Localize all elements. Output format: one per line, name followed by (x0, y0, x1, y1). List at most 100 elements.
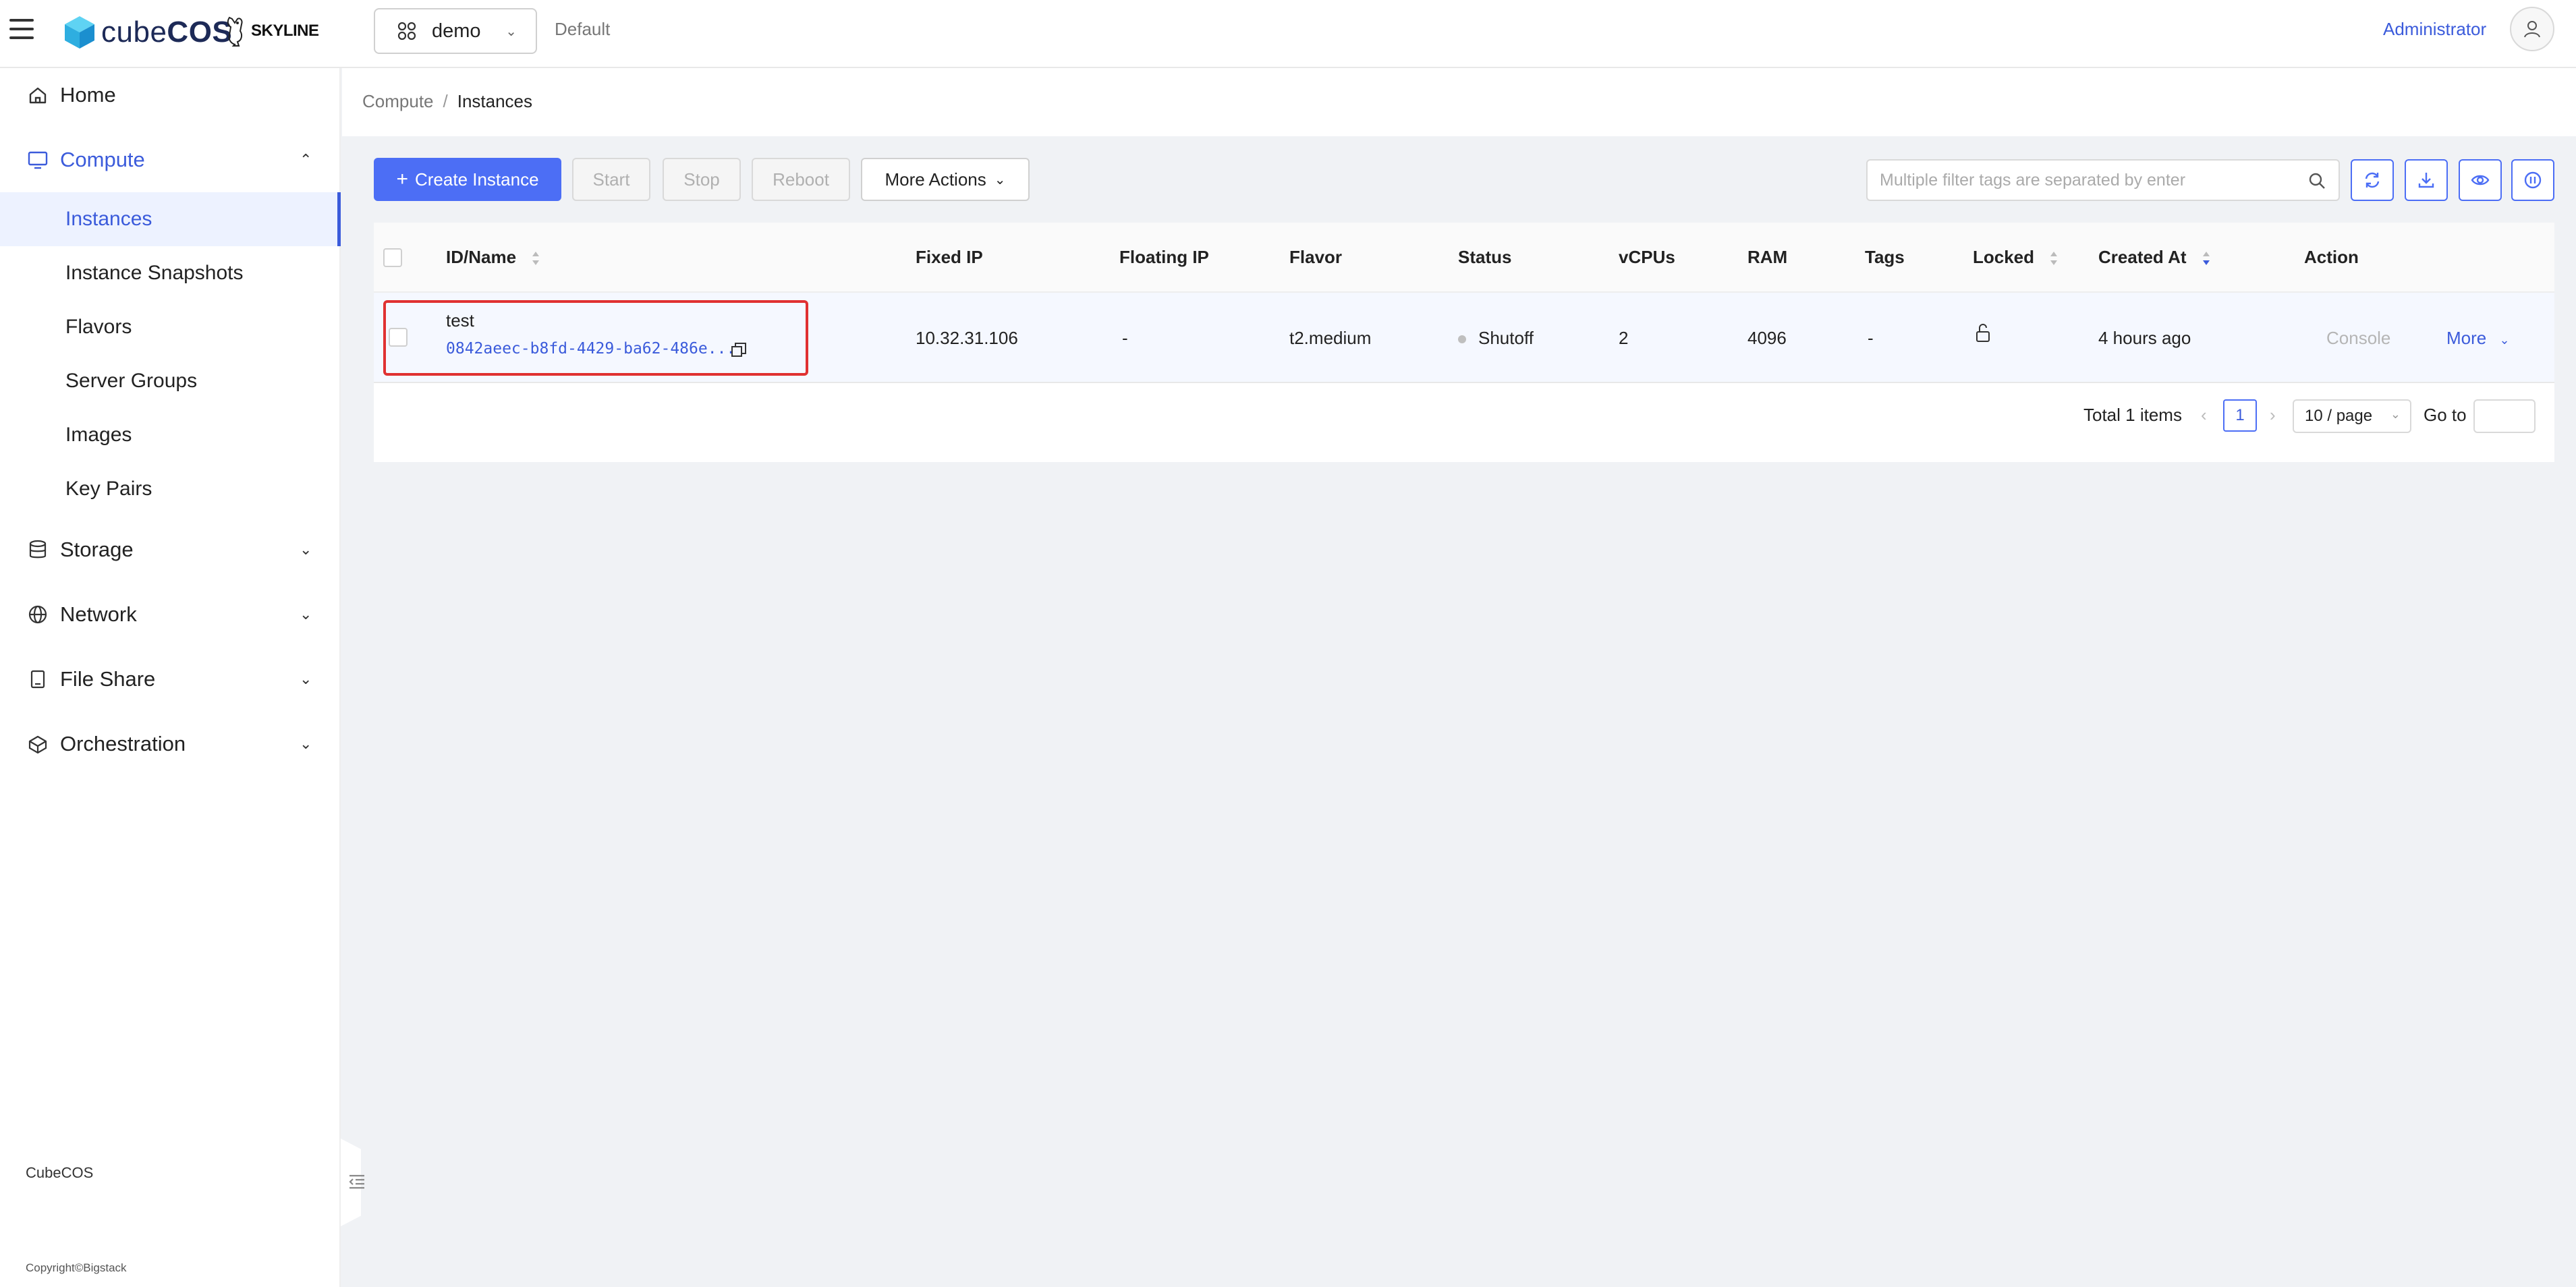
instances-panel: + Create Instance Start Stop Reboot More… (374, 155, 2554, 462)
eye-icon (2471, 175, 2490, 185)
refresh-button[interactable] (2351, 159, 2394, 201)
sidebar-item-instances[interactable]: Instances (0, 192, 341, 246)
chevron-up-icon: ⌃ (300, 151, 312, 168)
copy-icon[interactable] (730, 341, 748, 359)
home-icon (29, 87, 47, 104)
sidebar-item-instance-snapshots[interactable]: Instance Snapshots (0, 246, 341, 300)
breadcrumb-compute[interactable]: Compute (362, 91, 434, 111)
user-menu-link[interactable]: Administrator (2383, 19, 2486, 40)
sidebar-item-file-share[interactable]: File Share ⌄ (0, 652, 341, 706)
tags-value: - (1868, 328, 1874, 348)
fixed-ip-value: 10.32.31.106 (916, 328, 1018, 348)
more-dropdown[interactable]: More ⌄ (2446, 328, 2510, 349)
reboot-button[interactable]: Reboot (752, 158, 850, 201)
sidebar-item-label: Storage (60, 538, 134, 561)
more-label: More (2446, 328, 2487, 348)
status-dot-icon (1458, 335, 1466, 344)
column-label: Locked (1973, 247, 2035, 267)
column-tags: Tags (1865, 247, 1905, 267)
column-fixed-ip: Fixed IP (916, 247, 983, 267)
brand-logo[interactable]: cubeCOS (63, 15, 232, 50)
collapse-menu-icon[interactable] (347, 1172, 366, 1191)
sidebar-item-storage[interactable]: Storage ⌄ (0, 523, 341, 577)
sidebar-item-server-groups[interactable]: Server Groups (0, 354, 341, 408)
next-page-icon[interactable]: › (2270, 405, 2276, 426)
sidebar-item-label: Images (65, 424, 132, 446)
sort-icon[interactable] (2048, 248, 2059, 268)
sidebar-item-network[interactable]: Network ⌄ (0, 588, 341, 641)
table-header: ID/Name Fixed IP Floating IP Flavor Stat… (374, 223, 2554, 293)
apps-icon (397, 22, 416, 40)
start-button[interactable]: Start (572, 158, 650, 201)
column-action: Action (2304, 247, 2359, 267)
create-instance-button[interactable]: + Create Instance (374, 158, 561, 201)
sidebar-item-orchestration[interactable]: Orchestration ⌄ (0, 717, 341, 771)
column-id-name[interactable]: ID/Name (446, 247, 541, 268)
breadcrumb: Compute / Instances (362, 91, 532, 112)
total-items: Total 1 items (2083, 405, 2182, 425)
row-checkbox[interactable] (389, 328, 408, 347)
sidebar-item-key-pairs[interactable]: Key Pairs (0, 462, 341, 516)
page-1-button[interactable]: 1 (2223, 399, 2257, 432)
search-icon[interactable] (2307, 171, 2326, 190)
settings-button[interactable] (2511, 159, 2554, 201)
sidebar-item-label: Instance Snapshots (65, 262, 244, 284)
status-cell: Shutoff (1458, 328, 1534, 349)
ram-value: 4096 (1747, 328, 1787, 348)
sidebar-item-compute[interactable]: Compute ⌃ (0, 133, 341, 187)
sidebar-item-images[interactable]: Images (0, 408, 341, 462)
sidebar-item-label: Home (60, 83, 116, 107)
prev-page-icon[interactable]: ‹ (2201, 405, 2207, 426)
sort-descending-icon[interactable] (2201, 248, 2212, 268)
sidebar-item-label: Server Groups (65, 370, 198, 392)
instances-table: ID/Name Fixed IP Floating IP Flavor Stat… (374, 223, 2554, 462)
created-at-value: 4 hours ago (2098, 328, 2191, 348)
download-button[interactable] (2405, 159, 2448, 201)
page-size-select[interactable]: 10 / page ⌄ (2293, 399, 2411, 433)
skyline-label: SKYLINE (251, 22, 319, 40)
column-created-at[interactable]: Created At (2098, 247, 2212, 268)
chevron-down-icon: ⌄ (300, 670, 312, 687)
user-avatar[interactable] (2510, 7, 2554, 51)
create-instance-label: Create Instance (414, 169, 539, 190)
chevron-down-icon: ⌄ (505, 24, 517, 39)
download-icon (2418, 173, 2434, 188)
select-all-checkbox[interactable] (383, 248, 402, 267)
domain-label: Default (555, 19, 611, 39)
status-value: Shutoff (1478, 328, 1534, 348)
breadcrumb-bar: Compute / Instances (342, 68, 2576, 136)
sidebar-item-home[interactable]: Home (0, 68, 341, 122)
console-link[interactable]: Console (2326, 328, 2390, 349)
sort-icon[interactable] (530, 248, 541, 268)
sidebar-item-label: Network (60, 602, 137, 626)
brand-name: cubeCOS (101, 16, 233, 49)
database-icon (29, 540, 47, 559)
goto-page-input[interactable] (2473, 399, 2536, 433)
chevron-down-icon: ⌄ (300, 606, 312, 623)
globe-icon (28, 605, 47, 624)
instance-id-link[interactable]: 0842aeec-b8fd-4429-ba62-486e... (446, 340, 735, 358)
sidebar-item-label: Compute (60, 148, 145, 171)
column-label: ID/Name (446, 247, 517, 267)
filter-search-input[interactable]: Multiple filter tags are separated by en… (1866, 159, 2340, 201)
stop-button[interactable]: Stop (663, 158, 741, 201)
flavor-value[interactable]: t2.medium (1289, 328, 1371, 349)
column-floating-ip: Floating IP (1119, 247, 1209, 267)
sidebar-item-flavors[interactable]: Flavors (0, 300, 341, 354)
plus-icon: + (396, 168, 408, 190)
instance-name: test (446, 310, 474, 331)
search-placeholder: Multiple filter tags are separated by en… (1880, 170, 2186, 190)
more-actions-button[interactable]: More Actions ⌄ (861, 158, 1030, 201)
breadcrumb-current: Instances (457, 91, 533, 111)
menu-icon[interactable] (9, 19, 34, 42)
column-visibility-button[interactable] (2459, 159, 2502, 201)
sidebar-item-label: Flavors (65, 316, 132, 338)
footer-copyright: Copyright©Bigstack (26, 1261, 127, 1274)
column-vcpus: vCPUs (1619, 247, 1675, 267)
column-ram: RAM (1747, 247, 1788, 267)
sidebar-item-label: Instances (65, 208, 152, 230)
column-locked[interactable]: Locked (1973, 247, 2059, 268)
file-share-icon (30, 670, 45, 689)
chevron-down-icon: ⌄ (300, 541, 312, 558)
project-select[interactable]: demo ⌄ (374, 8, 537, 54)
